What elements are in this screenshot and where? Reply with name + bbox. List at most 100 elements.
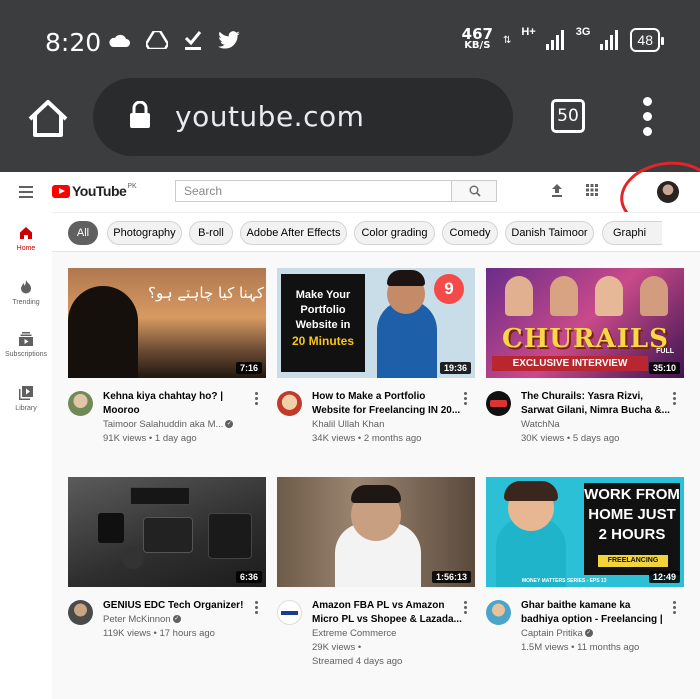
video-meta: Taimoor Salahuddin aka M... ✓ 91K views •…	[103, 418, 253, 446]
hamburger-menu-icon[interactable]	[19, 186, 33, 201]
video-meta: WatchNa 30K views • 5 days ago	[521, 418, 671, 446]
more-actions-icon[interactable]	[255, 392, 259, 407]
thumbnail-corner-text: FULL	[656, 348, 674, 355]
thumbnail-tag-text: FREELANCING	[598, 555, 668, 567]
signal-icon-2	[600, 30, 619, 50]
video-feed: کہنا کیا چاہتے ہو؟ 7:16 Kehna kiya chaht…	[52, 252, 700, 699]
channel-avatar[interactable]	[486, 600, 511, 625]
video-thumbnail[interactable]: 6:36	[68, 477, 266, 587]
channel-name[interactable]: Taimoor Salahuddin aka M...	[103, 419, 223, 430]
chip-all[interactable]: All	[68, 221, 98, 245]
flame-icon	[21, 280, 31, 294]
data-arrows-icon: ⇅	[502, 34, 512, 46]
browser-toolbar: youtube.com 50	[0, 78, 700, 172]
more-actions-icon[interactable]	[464, 392, 468, 407]
thumbnail-highlight-text: 20 Minutes	[291, 334, 354, 348]
more-actions-icon[interactable]	[673, 601, 677, 616]
video-duration: 7:16	[235, 362, 262, 374]
chip-photography[interactable]: Photography	[107, 221, 182, 245]
address-bar[interactable]: youtube.com	[93, 78, 513, 156]
channel-name[interactable]: WatchNa	[521, 418, 671, 432]
youtube-header: YouTube PK Search	[0, 172, 700, 212]
more-actions-icon[interactable]	[255, 601, 259, 616]
verified-badge-icon: ✓	[584, 629, 593, 638]
twitter-icon	[218, 31, 240, 49]
chip-b-roll[interactable]: B-roll	[189, 221, 233, 245]
channel-avatar[interactable]	[68, 391, 93, 416]
network-type-1: H+	[521, 26, 536, 38]
upload-icon[interactable]	[550, 183, 564, 197]
signal-icon	[545, 30, 564, 50]
youtube-logo[interactable]: YouTube PK	[52, 183, 137, 199]
more-actions-icon[interactable]	[464, 601, 468, 616]
thumbnail-text: کہنا کیا چاہتے ہو؟	[148, 284, 265, 302]
video-title[interactable]: How to Make a Portfolio Website for Free…	[312, 390, 462, 418]
video-duration: 1:56:13	[431, 571, 471, 583]
mini-guide-sidebar: Home Trending Subscriptions Library	[0, 212, 52, 699]
status-bar: 8:20 467 KB/S ⇅ H+ 3G 48	[0, 0, 700, 82]
sidebar-item-subscriptions[interactable]: Subscriptions	[0, 332, 52, 358]
home-icon[interactable]	[26, 97, 70, 141]
video-thumbnail[interactable]: کہنا کیا چاہتے ہو؟ 7:16	[68, 268, 266, 378]
library-icon	[19, 386, 33, 400]
video-title[interactable]: Ghar baithe kamane ka badhiya option - F…	[521, 599, 671, 627]
thumbnail-text: Make Your Portfolio Website in	[295, 289, 351, 331]
thumbnail-series-text: MONEY MATTERS SERIES - EPS 13	[522, 578, 607, 584]
search-button[interactable]	[451, 180, 497, 202]
video-stats: 30K views • 5 days ago	[521, 433, 620, 444]
channel-avatar[interactable]	[486, 391, 511, 416]
video-thumbnail[interactable]: 1:56:13	[277, 477, 475, 587]
video-duration: 19:36	[439, 362, 471, 374]
more-actions-icon[interactable]	[673, 392, 677, 407]
video-thumbnail[interactable]: WORK FROM HOME JUST 2 HOURS FREELANCING …	[486, 477, 684, 587]
video-title[interactable]: Amazon FBA PL vs Amazon Micro PL vs Shop…	[312, 599, 462, 627]
video-thumbnail[interactable]: Make Your Portfolio Website in 20 Minute…	[277, 268, 475, 378]
channel-avatar[interactable]	[68, 600, 93, 625]
search-icon	[469, 185, 481, 197]
channel-avatar[interactable]	[277, 391, 302, 416]
channel-name[interactable]: Khalil Ullah Khan	[312, 418, 462, 432]
video-thumbnail[interactable]: CHURAILS EXCLUSIVE INTERVIEW FULL 35:10	[486, 268, 684, 378]
channel-name[interactable]: Captain Pritika	[521, 628, 583, 639]
search-input[interactable]: Search	[175, 180, 452, 202]
apps-grid-icon[interactable]	[586, 184, 598, 196]
cloud-icon	[109, 34, 130, 47]
sidebar-label-library: Library	[15, 405, 37, 412]
channel-name[interactable]: Extreme Commerce	[312, 627, 462, 641]
status-time: 8:20	[45, 28, 102, 57]
video-stream-info: Streamed 4 days ago	[312, 656, 403, 667]
thumbnail-badge: 9	[434, 274, 464, 304]
chip-comedy[interactable]: Comedy	[442, 221, 498, 245]
video-meta: Extreme Commerce 29K views • Streamed 4 …	[312, 627, 462, 669]
chip-color-grading[interactable]: Color grading	[354, 221, 435, 245]
video-duration: 6:36	[235, 571, 262, 583]
video-stats: 29K views •	[312, 642, 362, 653]
sidebar-label-subscriptions: Subscriptions	[4, 351, 48, 358]
chip-danish-taimoor[interactable]: Danish Taimoor	[505, 221, 594, 245]
chip-adobe-after-effects[interactable]: Adobe After Effects	[240, 221, 347, 245]
home-filled-icon	[20, 227, 32, 239]
thumbnail-subtitle-text: EXCLUSIVE INTERVIEW	[492, 356, 648, 371]
drive-icon	[146, 31, 168, 49]
logo-text: YouTube	[72, 183, 127, 199]
chip-graphics-partial[interactable]: Graphi	[602, 221, 662, 245]
url-text: youtube.com	[175, 100, 365, 133]
battery-indicator: 48	[630, 28, 664, 52]
video-meta: Peter McKinnon ✓ 119K views • 17 hours ag…	[103, 613, 253, 641]
video-meta: Khalil Ullah Khan 34K views • 2 months a…	[312, 418, 462, 446]
more-menu-icon[interactable]	[641, 97, 653, 137]
sidebar-item-trending[interactable]: Trending	[0, 280, 52, 306]
video-meta: Captain Pritika ✓ 1.5M views • 11 months …	[521, 627, 671, 655]
channel-avatar[interactable]	[277, 600, 302, 625]
video-title[interactable]: Kehna kiya chahtay ho? | Mooroo	[103, 390, 253, 418]
video-title[interactable]: GENIUS EDC Tech Organizer!	[103, 599, 253, 613]
tab-switcher-button[interactable]: 50	[551, 99, 585, 133]
video-title[interactable]: The Churails: Yasra Rizvi, Sarwat Gilani…	[521, 390, 671, 418]
sidebar-item-library[interactable]: Library	[0, 386, 52, 412]
channel-name[interactable]: Peter McKinnon	[103, 614, 171, 625]
sidebar-item-home[interactable]: Home	[0, 226, 52, 252]
lock-icon	[130, 101, 150, 128]
filter-chips-bar: All Photography B-roll Adobe After Effec…	[52, 212, 700, 252]
logo-region: PK	[127, 182, 137, 190]
play-logo-icon	[52, 184, 70, 198]
